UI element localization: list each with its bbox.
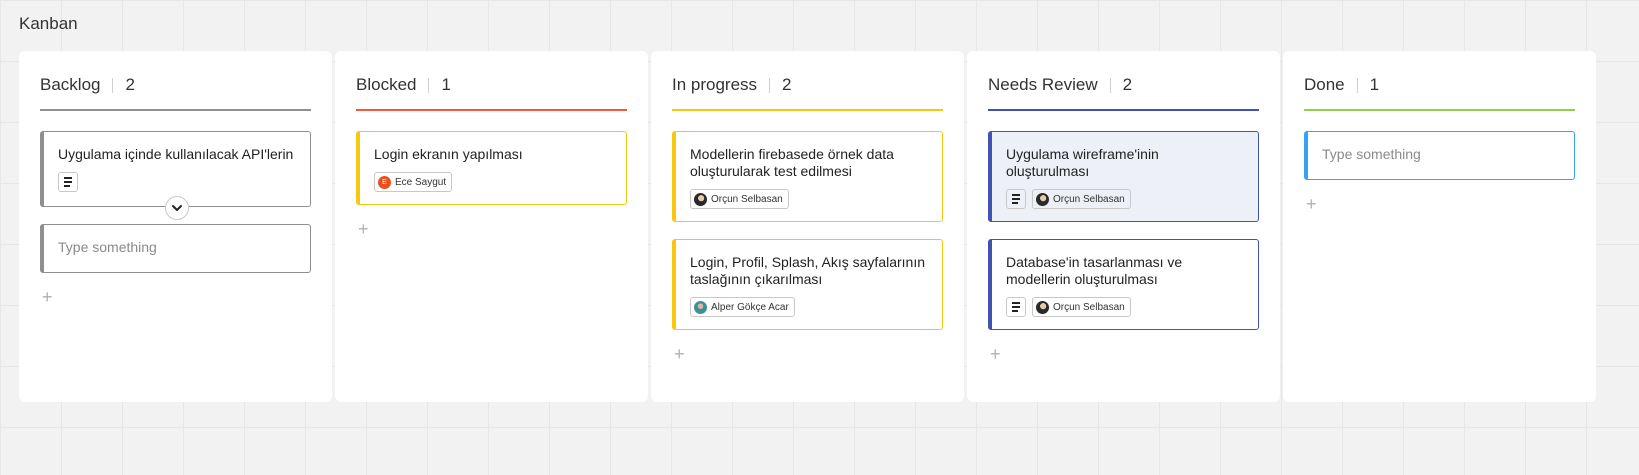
header-divider <box>1356 77 1358 93</box>
column-needs-review: Needs Review 2 Uygulama wireframe'inin o… <box>967 51 1280 402</box>
card-list: Modellerin firebasede örnek data oluştur… <box>672 111 943 364</box>
card-meta: Alper Gökçe Acar <box>690 297 928 317</box>
header-divider <box>428 77 430 93</box>
user-avatar-icon: E <box>378 175 391 189</box>
description-icon[interactable] <box>58 172 78 192</box>
user-avatar-icon <box>694 300 707 314</box>
card-meta <box>58 172 296 192</box>
card[interactable]: Modellerin firebasede örnek data oluştur… <box>672 131 943 222</box>
column-header: In progress 2 <box>672 51 943 111</box>
header-divider <box>1109 77 1111 93</box>
card-meta: E Ece Saygut <box>374 172 612 192</box>
card-title: Uygulama içinde kullanılacak API'lerin <box>58 146 294 162</box>
description-icon[interactable] <box>1006 297 1026 317</box>
column-header: Blocked 1 <box>356 51 627 111</box>
card-title: Uygulama wireframe'inin oluşturulması <box>1006 146 1159 179</box>
card-title: Login, Profil, Splash, Akış sayfalarının… <box>690 254 926 287</box>
assignee-chip[interactable]: E Ece Saygut <box>374 172 453 192</box>
assignee-chip[interactable]: Orçun Selbasan <box>690 189 789 209</box>
plus-icon[interactable]: + <box>358 219 627 239</box>
card-title: Database'in tasarlanması ve modellerin o… <box>1006 254 1183 287</box>
card-meta: Orçun Selbasan <box>690 189 928 209</box>
card-title: Modellerin firebasede örnek data oluştur… <box>690 146 894 179</box>
kanban-columns: Backlog 2 Uygulama içinde kullanılacak A… <box>19 51 1596 402</box>
user-avatar-icon <box>1036 300 1049 314</box>
column-header: Needs Review 2 <box>988 51 1259 111</box>
new-card-input[interactable]: Type something <box>40 224 311 273</box>
card-meta: Orçun Selbasan <box>1006 297 1244 317</box>
column-done: Done 1 Type something + <box>1283 51 1596 402</box>
user-avatar-icon <box>1036 192 1049 206</box>
assignee-chip[interactable]: Orçun Selbasan <box>1032 297 1131 317</box>
column-count: 2 <box>782 75 792 94</box>
card-list: Type something + <box>1304 111 1575 214</box>
user-avatar-icon <box>694 192 707 206</box>
board-title: Kanban <box>19 14 78 33</box>
assignee-name: Orçun Selbasan <box>711 193 783 205</box>
card[interactable]: Login, Profil, Splash, Akış sayfalarının… <box>672 239 943 330</box>
new-card-input[interactable]: Type something <box>1304 131 1575 180</box>
description-icon[interactable] <box>1006 189 1026 209</box>
card-list: Uygulama içinde kullanılacak API'lerin T… <box>40 111 311 307</box>
card-title: Login ekranın yapılması <box>374 146 523 162</box>
column-title[interactable]: In progress <box>672 75 757 95</box>
card-meta: Orçun Selbasan <box>1006 189 1244 209</box>
plus-icon[interactable]: + <box>42 287 311 307</box>
card[interactable]: Uygulama içinde kullanılacak API'lerin <box>40 131 311 220</box>
plus-icon[interactable]: + <box>674 344 943 364</box>
column-count: 2 <box>1122 75 1133 94</box>
assignee-name: Orçun Selbasan <box>1053 301 1125 313</box>
card-list: Uygulama wireframe'inin oluşturulması Or… <box>988 111 1259 364</box>
column-title[interactable]: Needs Review <box>988 75 1098 95</box>
chevron-down-icon[interactable] <box>165 196 189 220</box>
column-title[interactable]: Blocked <box>356 75 416 95</box>
input-placeholder: Type something <box>58 239 157 255</box>
column-count: 1 <box>1369 75 1380 94</box>
card[interactable]: Uygulama wireframe'inin oluşturulması Or… <box>988 131 1259 222</box>
card[interactable]: Login ekranın yapılması E Ece Saygut <box>356 131 627 205</box>
assignee-chip[interactable]: Alper Gökçe Acar <box>690 297 795 317</box>
assignee-name: Orçun Selbasan <box>1053 193 1125 205</box>
column-count: 2 <box>125 75 135 94</box>
column-title[interactable]: Backlog <box>40 75 100 95</box>
assignee-name: Alper Gökçe Acar <box>711 301 789 313</box>
column-header: Backlog 2 <box>40 51 311 111</box>
column-in-progress: In progress 2 Modellerin firebasede örne… <box>651 51 964 402</box>
column-backlog: Backlog 2 Uygulama içinde kullanılacak A… <box>19 51 332 402</box>
column-header: Done 1 <box>1304 51 1575 111</box>
card-list: Login ekranın yapılması E Ece Saygut + <box>356 111 627 239</box>
assignee-name: Ece Saygut <box>395 176 447 188</box>
card[interactable]: Database'in tasarlanması ve modellerin o… <box>988 239 1259 330</box>
header-divider <box>769 77 771 93</box>
header-divider <box>112 77 114 93</box>
plus-icon[interactable]: + <box>1306 194 1575 214</box>
column-blocked: Blocked 1 Login ekranın yapılması E Ece … <box>335 51 648 402</box>
plus-icon[interactable]: + <box>990 344 1259 364</box>
column-title[interactable]: Done <box>1304 75 1345 95</box>
assignee-chip[interactable]: Orçun Selbasan <box>1032 189 1131 209</box>
input-placeholder: Type something <box>1322 146 1421 162</box>
column-count: 1 <box>441 75 451 94</box>
